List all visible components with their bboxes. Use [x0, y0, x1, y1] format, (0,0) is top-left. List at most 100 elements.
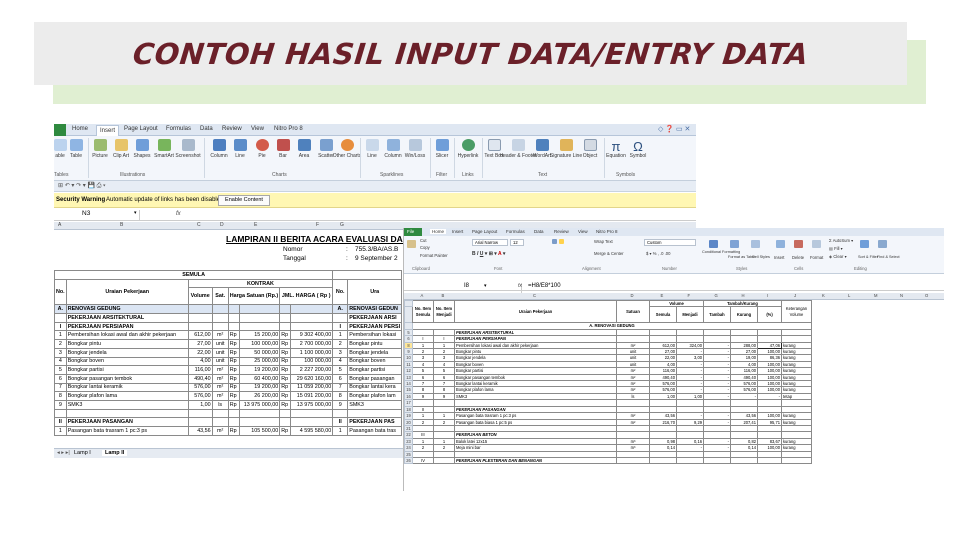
ribbon-bar-chart[interactable]: Bar	[273, 139, 293, 159]
row-number[interactable]: 26	[404, 456, 413, 465]
cell-ura2[interactable]: PEKERJAAN ARSI	[347, 313, 403, 323]
cell-harga[interactable]: 19 200,00	[238, 382, 281, 393]
cell-rp1[interactable]	[227, 313, 240, 323]
cell-rp2[interactable]: Rp	[279, 373, 292, 384]
tab-data-2[interactable]: Data	[534, 229, 544, 234]
formula-input[interactable]: =H8/E8*100	[528, 283, 561, 289]
cell-rp1[interactable]	[227, 417, 240, 427]
cell-no[interactable]: 5	[54, 365, 67, 375]
cell-rp1[interactable]	[227, 304, 240, 315]
cell-rp1[interactable]: Rp	[227, 391, 240, 401]
cell-uraian[interactable]: PEKERJAAN PERSIAPAN	[65, 321, 189, 332]
empty-cell[interactable]	[812, 457, 838, 463]
tab-page-layout-2[interactable]: Page Layout	[472, 229, 497, 234]
ribbon-sparkline-column[interactable]: Column	[383, 139, 403, 159]
tab-home[interactable]: Home	[72, 126, 88, 132]
format-button[interactable]: Format	[810, 255, 823, 260]
tab-review-2[interactable]: Review	[554, 229, 569, 234]
cell-jml[interactable]	[290, 313, 334, 323]
enable-content-button[interactable]: Enable Content	[218, 195, 270, 206]
tab-page-layout[interactable]: Page Layout	[124, 126, 158, 132]
ribbon-smartart[interactable]: SmartArt	[154, 139, 174, 159]
cell-jml[interactable]	[290, 408, 334, 419]
cell-vol[interactable]: 4,00	[187, 356, 213, 367]
cell-uraian[interactable]: Bongkar partisi	[65, 365, 189, 375]
cell-ura2[interactable]: Bongkar lantai kera	[347, 382, 403, 393]
empty-cell[interactable]	[890, 457, 916, 463]
cell-no[interactable]	[54, 313, 67, 323]
ribbon-clip-art[interactable]: Clip Art	[111, 139, 131, 159]
cell-no[interactable]: 9	[54, 399, 67, 410]
column-header[interactable]: B	[442, 293, 445, 298]
cell-no[interactable]: 4	[54, 356, 67, 367]
cell-j[interactable]	[781, 456, 812, 465]
cell-styles-button[interactable]: Cell Styles	[752, 255, 770, 259]
cell-sat[interactable]: m²	[211, 391, 229, 401]
cell-g[interactable]	[703, 456, 731, 465]
format-painter-button[interactable]: Format Painter	[420, 253, 448, 258]
cell-e[interactable]	[649, 456, 677, 465]
cell-jml[interactable]: 13 975 000,00	[290, 399, 334, 410]
cell-rp2[interactable]	[279, 408, 292, 419]
cell-no[interactable]: I	[54, 321, 67, 332]
chevron-down-icon[interactable]: ▾	[484, 283, 487, 289]
ribbon-table[interactable]: Table	[66, 139, 86, 159]
file-tab[interactable]	[54, 124, 66, 136]
cell-ura2[interactable]	[347, 408, 403, 419]
align-top-icon[interactable]	[552, 239, 557, 244]
cell-sat[interactable]	[211, 304, 229, 315]
cell-sat[interactable]	[211, 313, 229, 323]
cell-jml[interactable]: 2 700 000,00	[290, 339, 334, 349]
cell-no2[interactable]: 7	[332, 382, 349, 393]
cell-no[interactable]: 2	[54, 339, 67, 349]
cell-vol[interactable]	[187, 304, 213, 315]
cell-no2[interactable]: 6	[332, 373, 349, 384]
column-header[interactable]: O	[925, 293, 928, 298]
fx-icon[interactable]: fx	[518, 283, 522, 289]
cell-d[interactable]: PEKERJAAN PLESTERAN DAN BENANGAN	[454, 456, 617, 465]
cell-rp2[interactable]	[279, 313, 292, 323]
tab-formulas[interactable]: Formulas	[166, 126, 191, 132]
cell-jml[interactable]	[290, 417, 334, 427]
cell-no2[interactable]	[332, 313, 349, 323]
cell-no2[interactable]: 4	[332, 356, 349, 367]
cell-vol[interactable]: 22,00	[187, 347, 213, 358]
tab-nitro-2[interactable]: Nitro Pro 8	[596, 229, 618, 234]
cell-jml[interactable]: 29 620 160,00	[290, 373, 334, 384]
number-format-select[interactable]: Custom	[644, 239, 696, 246]
cell-ura2[interactable]: Bongkar pasangan	[347, 373, 403, 384]
cell-ura2[interactable]: SMK3	[347, 399, 403, 410]
cell-rp2[interactable]: Rp	[279, 347, 292, 358]
empty-cell[interactable]	[864, 457, 890, 463]
cell-rp1[interactable]: Rp	[227, 347, 240, 358]
cell-sat[interactable]: m²	[211, 365, 229, 375]
merge-center-button[interactable]: Merge & Center	[594, 251, 624, 256]
cell-no2[interactable]: 2	[332, 339, 349, 349]
cell-rp1[interactable]	[227, 408, 240, 419]
cell-i[interactable]	[757, 456, 782, 465]
cell-no2[interactable]: II	[332, 417, 349, 427]
ribbon-screenshot[interactable]: Screenshot	[175, 139, 201, 159]
cell-rp1[interactable]: Rp	[227, 373, 240, 384]
cell-a[interactable]: IV	[412, 456, 434, 465]
cell-vol[interactable]	[187, 408, 213, 419]
column-header[interactable]: I	[767, 293, 768, 298]
tab-data[interactable]: Data	[200, 126, 213, 132]
cell-vol[interactable]: 490,40	[187, 373, 213, 384]
fx-icon[interactable]: fx	[176, 211, 181, 217]
ribbon-equation[interactable]: π Equation	[606, 139, 626, 159]
cell-vol[interactable]: 576,00	[187, 391, 213, 401]
cell-sat[interactable]: m²	[211, 426, 229, 436]
cell-no2[interactable]: 8	[332, 391, 349, 401]
cell-sat[interactable]: unit	[211, 347, 229, 358]
ribbon-picture[interactable]: Picture	[90, 139, 110, 159]
cell-no2[interactable]: I	[332, 321, 349, 332]
font-size-select[interactable]: 12	[510, 239, 524, 246]
cell-uraian[interactable]	[65, 408, 189, 419]
column-header[interactable]: A	[421, 293, 424, 298]
column-header[interactable]: J	[794, 293, 796, 298]
cell-rp2[interactable]: Rp	[279, 382, 292, 393]
cell-ura2[interactable]: Pembersihan lokasi	[347, 330, 403, 341]
cell-uraian[interactable]: Bongkar plafon lama	[65, 391, 189, 401]
cell-no2[interactable]: 1	[332, 426, 349, 436]
